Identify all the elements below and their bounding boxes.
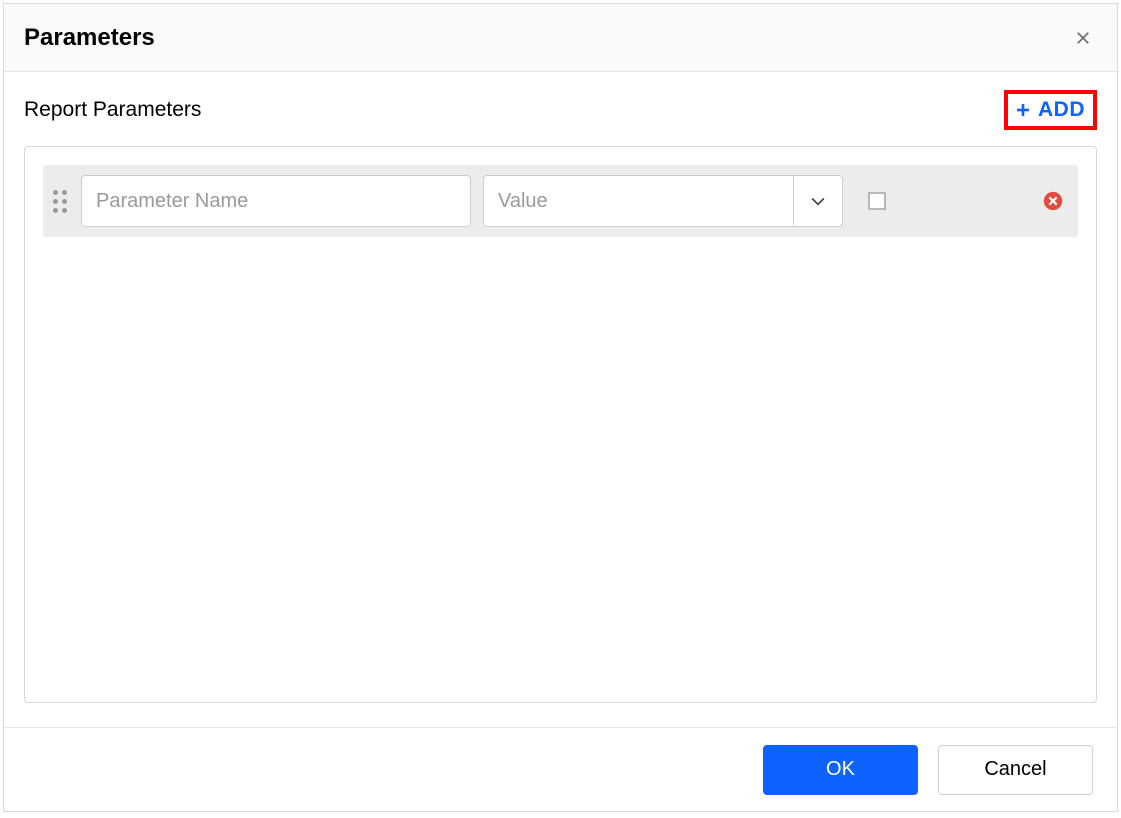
chevron-down-icon [808,191,828,211]
value-dropdown-trigger[interactable] [793,175,843,227]
parameters-dialog: Parameters Report Parameters ADD [3,3,1118,812]
drag-dot-icon [62,199,67,204]
ok-button[interactable]: OK [763,745,918,795]
parameter-name-input[interactable] [81,175,471,227]
value-combo [483,175,843,227]
dialog-footer: OK Cancel [4,727,1117,811]
close-icon [1074,29,1092,47]
cancel-button[interactable]: Cancel [938,745,1093,795]
parameters-list [24,146,1097,703]
delete-row-button[interactable] [1042,190,1064,212]
dialog-header: Parameters [4,4,1117,72]
checkbox-wrap [855,192,899,210]
drag-dot-icon [62,208,67,213]
add-highlight-box: ADD [1004,90,1097,130]
add-button[interactable]: ADD [1014,98,1085,122]
drag-dot-icon [53,208,58,213]
drag-dot-icon [53,190,58,195]
add-button-label: ADD [1038,98,1085,122]
dialog-title: Parameters [24,24,155,52]
drag-dot-icon [62,190,67,195]
section-top: Report Parameters ADD [24,90,1097,130]
parameter-value-input[interactable] [483,175,793,227]
dialog-body: Report Parameters ADD [4,72,1117,727]
drag-handle[interactable] [51,187,69,215]
drag-dot-icon [53,199,58,204]
section-title: Report Parameters [24,98,201,122]
plus-icon [1014,101,1032,119]
close-button[interactable] [1069,24,1097,52]
parameter-row [43,165,1078,237]
ok-button-label: OK [826,758,855,781]
parameter-checkbox[interactable] [868,192,886,210]
delete-icon [1042,190,1064,212]
cancel-button-label: Cancel [984,758,1046,781]
